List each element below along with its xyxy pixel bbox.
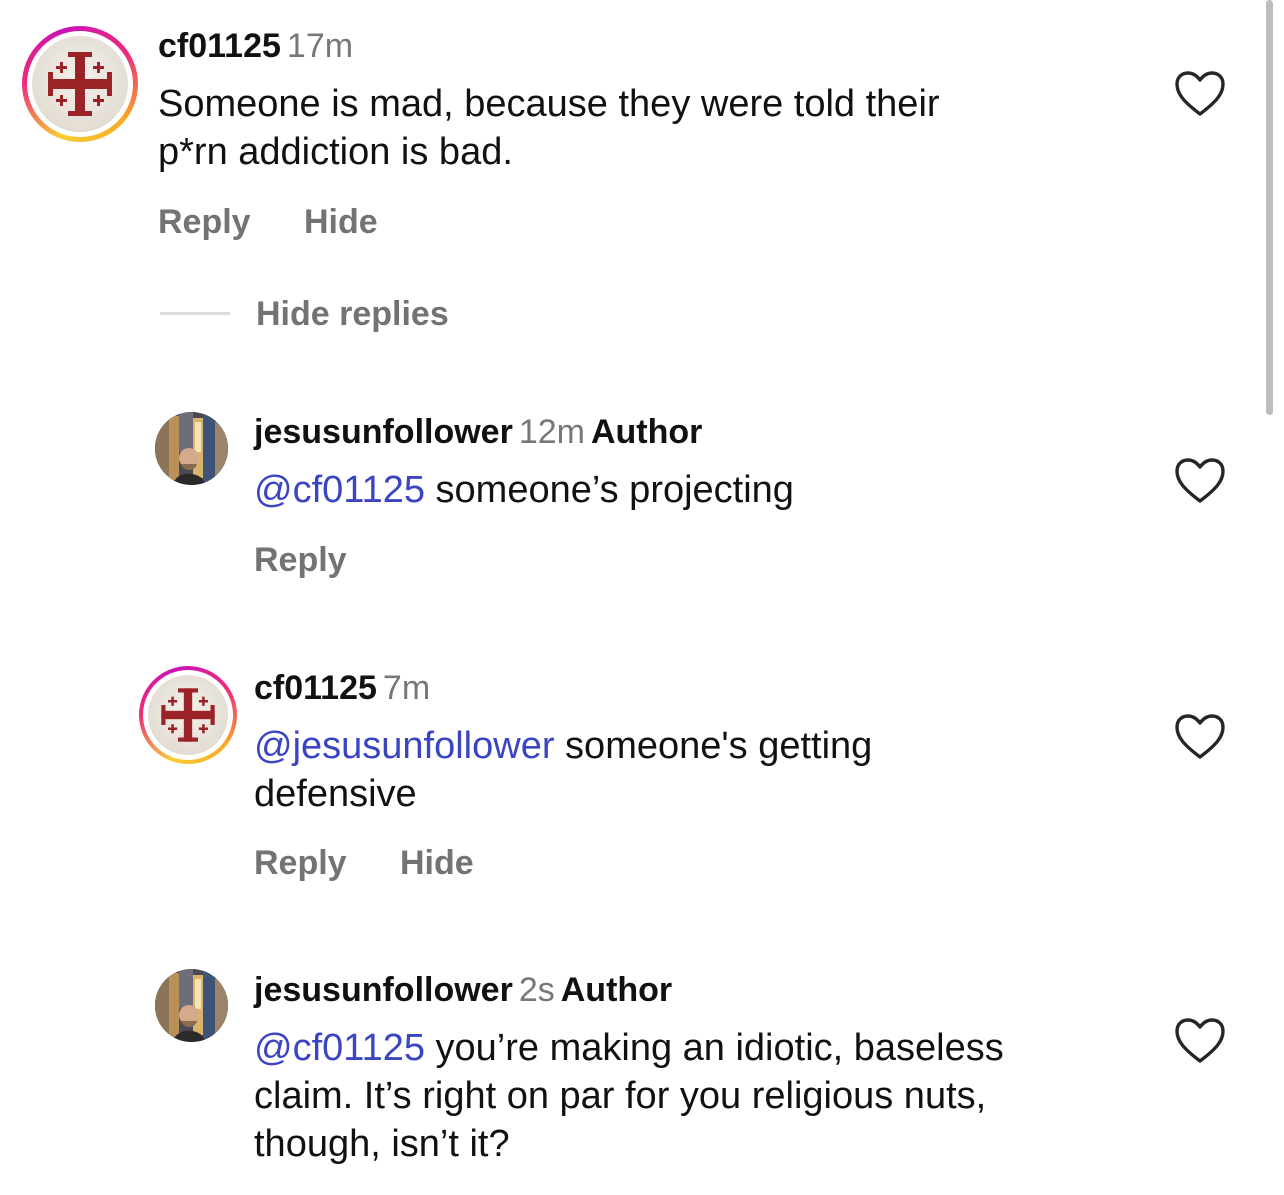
- username[interactable]: cf01125: [158, 27, 281, 65]
- hide-replies-button[interactable]: Hide replies: [256, 294, 449, 334]
- comment-text-line: Someone is mad, because they were told t…: [158, 83, 940, 125]
- comment-header: cf01125 17m: [158, 26, 353, 66]
- comment-text-line: defensive: [254, 773, 417, 815]
- comment-text: Someone is mad, because they were told t…: [158, 80, 1138, 176]
- mention-link[interactable]: @cf01125: [254, 1027, 425, 1069]
- username[interactable]: jesusunfollower: [254, 971, 513, 1009]
- hide-button[interactable]: Hide: [304, 202, 378, 242]
- timestamp: 2s: [518, 971, 555, 1009]
- comment-text: @cf01125 someone’s projecting: [254, 466, 1134, 514]
- comment-header: jesusunfollower 12m Author: [254, 412, 702, 452]
- reply-button[interactable]: Reply: [254, 540, 347, 580]
- comment-text: @cf01125 you’re making an idiotic, basel…: [254, 1024, 1154, 1168]
- author-badge: Author: [590, 413, 703, 451]
- comment-text: @jesusunfollower someone's getting defen…: [254, 722, 1134, 818]
- mention-link[interactable]: @jesusunfollower: [254, 725, 555, 767]
- avatar-story-ring[interactable]: [22, 26, 138, 142]
- mention-link[interactable]: @cf01125: [254, 469, 425, 511]
- heart-outline-icon[interactable]: [1174, 1017, 1226, 1065]
- jerusalem-cross-avatar: [32, 36, 128, 132]
- comment-header: cf01125 7m: [254, 668, 430, 708]
- avatar-story-ring[interactable]: [139, 666, 237, 764]
- comment-text-line: p*rn addiction is bad.: [158, 131, 513, 173]
- photo-avatar[interactable]: [155, 969, 228, 1042]
- username[interactable]: jesusunfollower: [254, 413, 513, 451]
- scrollbar[interactable]: [1266, 0, 1273, 415]
- timestamp: 12m: [518, 413, 585, 451]
- comment-text-line: claim. It’s right on par for you religio…: [254, 1075, 987, 1117]
- heart-outline-icon[interactable]: [1174, 713, 1226, 761]
- reply-button[interactable]: Reply: [254, 843, 347, 883]
- username[interactable]: cf01125: [254, 669, 377, 707]
- hide-replies-divider: [160, 312, 230, 315]
- comment-header: jesusunfollower 2s Author: [254, 970, 672, 1010]
- heart-outline-icon[interactable]: [1174, 457, 1226, 505]
- comment-text-content: someone's getting: [554, 725, 873, 767]
- comment-text-line: though, isn’t it?: [254, 1123, 510, 1165]
- heart-outline-icon[interactable]: [1174, 70, 1226, 118]
- jerusalem-cross-avatar: [148, 675, 228, 755]
- photo-avatar[interactable]: [155, 412, 228, 485]
- comment-text-content: someone’s projecting: [424, 469, 794, 511]
- timestamp: 17m: [286, 27, 354, 65]
- author-badge: Author: [560, 971, 673, 1009]
- comment-text-content: you’re making an idiotic, baseless: [424, 1027, 1004, 1069]
- timestamp: 7m: [382, 669, 431, 707]
- reply-button[interactable]: Reply: [158, 202, 251, 242]
- hide-button[interactable]: Hide: [400, 843, 474, 883]
